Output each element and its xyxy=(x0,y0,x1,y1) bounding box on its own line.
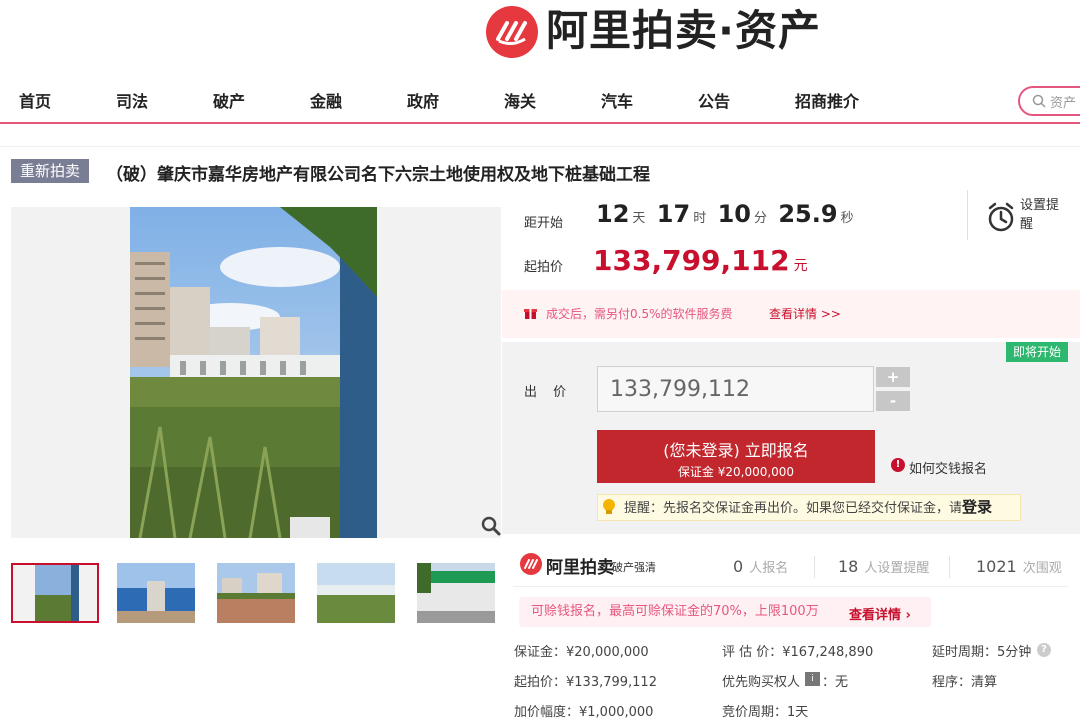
brand-small-logo-icon xyxy=(520,553,542,575)
service-fee-details-link[interactable]: 查看详情 >> xyxy=(769,305,841,322)
decrease-bid-button[interactable]: - xyxy=(876,391,910,411)
bid-period-info: 竞价周期：1天 xyxy=(722,705,809,720)
countdown-days-unit: 天 xyxy=(632,211,646,226)
starting-price-unit: 元 xyxy=(793,258,808,274)
how-to-pay-link[interactable]: 如何交钱报名 xyxy=(909,458,987,477)
brand-logo-icon[interactable] xyxy=(486,6,538,58)
countdown-seconds: 25.9 xyxy=(778,200,838,228)
nav-item-home[interactable]: 首页 xyxy=(19,88,51,112)
signup-button-label: (您未登录) 立即报名 xyxy=(663,441,809,460)
thumbnail[interactable] xyxy=(217,563,305,623)
thumbnail[interactable] xyxy=(317,563,405,623)
deposit-info: 保证金：¥20,000,000 xyxy=(514,645,649,660)
reminder-count-value: 18 xyxy=(838,557,859,576)
login-tip-text: 提醒：先报名交保证金再出价。如果您已经交付保证金，请 xyxy=(624,501,963,516)
relisting-badge: 重新拍卖 xyxy=(11,159,89,183)
preemption-value: ：无 xyxy=(822,675,849,690)
increment-info: 加价幅度：¥1,000,000 xyxy=(514,705,654,720)
signup-count-label: 人报名 xyxy=(749,561,789,576)
brand-logo-text[interactable]: 阿里拍卖·资产 xyxy=(546,4,821,58)
login-link[interactable]: 登录 xyxy=(962,498,992,516)
stat-divider xyxy=(814,556,815,578)
nav-divider xyxy=(0,122,1080,124)
nav-item-investment[interactable]: 招商推介 xyxy=(795,88,859,112)
reminder-count: 18 人设置提醒 xyxy=(838,557,929,576)
reminder-divider xyxy=(967,190,968,240)
nav-item-government[interactable]: 政府 xyxy=(407,88,439,112)
signup-deposit-label: 保证金 ¥20,000,000 xyxy=(677,465,795,479)
countdown-seconds-unit: 秒 xyxy=(840,211,854,226)
start-price-info: 起拍价：¥133,799,112 xyxy=(514,675,657,690)
signup-count-value: 0 xyxy=(733,557,744,576)
info-icon: ! xyxy=(891,458,905,472)
login-tip: 提醒：先报名交保证金再出价。如果您已经交付保证金，请登录 xyxy=(597,494,1021,521)
stats-divider xyxy=(513,586,1068,587)
countdown-minutes-unit: 分 xyxy=(753,211,767,226)
preemption-info: 优先购买权人 xyxy=(722,675,801,690)
zoom-icon[interactable] xyxy=(480,515,502,537)
countdown-label: 距开始 xyxy=(524,216,564,231)
service-fee-text: 成交后，需另付0.5%的软件服务费 xyxy=(546,307,733,321)
increase-bid-button[interactable]: + xyxy=(876,367,910,387)
nav-item-customs[interactable]: 海关 xyxy=(504,88,536,112)
countdown-days: 12 xyxy=(596,200,630,228)
main-nav: 首页 司法 破产 金融 政府 海关 汽车 公告 招商推介 xyxy=(0,76,1080,122)
stat-divider xyxy=(949,556,950,578)
main-photo[interactable] xyxy=(130,207,377,538)
set-reminder-button[interactable]: 设置提醒 xyxy=(1020,196,1060,234)
promo-details-link[interactable]: 查看详情 › xyxy=(849,604,911,623)
bid-label: 出 价 xyxy=(524,385,573,400)
thumbnail[interactable] xyxy=(117,563,205,623)
nav-item-finance[interactable]: 金融 xyxy=(310,88,342,112)
status-badge: 即将开始 xyxy=(1006,342,1068,362)
starting-price: 133,799,112 元 xyxy=(593,244,808,277)
chevron-right-icon: › xyxy=(905,608,911,623)
stats-brand: 阿里拍卖 xyxy=(546,558,614,578)
alarm-clock-icon[interactable] xyxy=(986,201,1016,233)
procedure-info: 程序：清算 xyxy=(932,675,998,690)
nav-item-notice[interactable]: 公告 xyxy=(698,88,730,112)
nav-item-judicial[interactable]: 司法 xyxy=(116,88,148,112)
extension-info: 延时周期：5分钟 xyxy=(932,645,1032,660)
nav-item-bankruptcy[interactable]: 破产 xyxy=(213,88,245,112)
reminder-count-label: 人设置提醒 xyxy=(864,561,930,576)
signup-count: 0 人报名 xyxy=(733,557,788,576)
search-placeholder: 资产 xyxy=(1050,95,1077,111)
stats-brand-sub: 破产强清 xyxy=(612,561,656,574)
signup-button[interactable]: (您未登录) 立即报名 保证金 ¥20,000,000 xyxy=(597,430,875,483)
countdown-hours: 17 xyxy=(656,200,691,228)
search-icon xyxy=(1032,94,1046,108)
view-count-value: 1021 xyxy=(976,557,1017,576)
starting-price-label: 起拍价 xyxy=(524,260,564,275)
section-divider xyxy=(0,146,1080,147)
thumbnail[interactable] xyxy=(11,563,99,623)
thumbnail[interactable] xyxy=(417,563,505,623)
gift-icon xyxy=(524,305,537,319)
countdown-minutes: 10 xyxy=(717,200,751,228)
promo-details-label: 查看详情 xyxy=(849,608,902,623)
listing-title: （破）肇庆市嘉华房地产有限公司名下六宗土地使用权及地下桩基础工程 xyxy=(106,165,650,185)
countdown-timer: 12 天 17 时 10 分 25.9 秒 xyxy=(596,200,857,228)
lightbulb-icon xyxy=(601,498,617,516)
starting-price-value: 133,799,112 xyxy=(593,244,790,277)
search-input[interactable]: 资产 xyxy=(1018,86,1080,116)
nav-item-auto[interactable]: 汽车 xyxy=(601,88,633,112)
view-count-label: 次围观 xyxy=(1022,561,1062,576)
preemption-hint-icon[interactable]: i xyxy=(805,672,820,686)
appraisal-info: 评 估 价：¥167,248,890 xyxy=(722,645,874,660)
help-icon[interactable]: ? xyxy=(1037,643,1051,657)
view-count: 1021 次围观 xyxy=(976,557,1062,576)
bid-amount-input[interactable]: 133,799,112 xyxy=(597,366,874,412)
countdown-hours-unit: 时 xyxy=(693,211,707,226)
